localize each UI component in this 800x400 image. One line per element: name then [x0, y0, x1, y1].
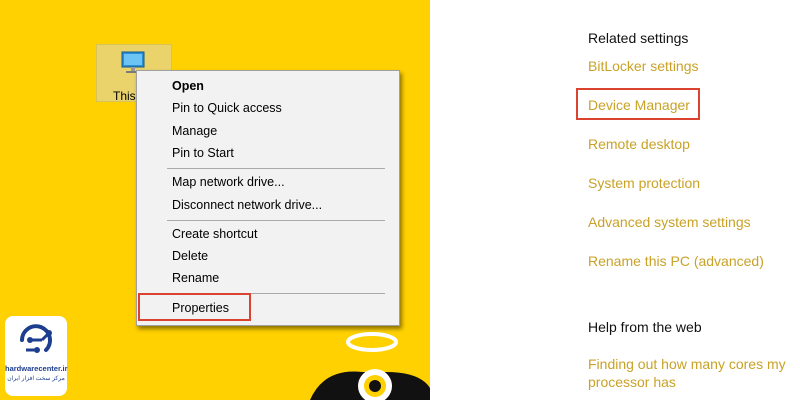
menu-item-manage[interactable]: Manage: [137, 120, 399, 142]
properties-highlight-box: [138, 293, 251, 321]
circuit-logo-icon: [20, 324, 52, 353]
menu-separator: [167, 168, 385, 169]
menu-item-pin-start[interactable]: Pin to Start: [137, 142, 399, 164]
halo-mascot-graphic: [310, 332, 430, 400]
related-settings-panel: Related settings BitLocker settings Devi…: [430, 0, 800, 400]
help-from-web-heading: Help from the web: [588, 319, 702, 335]
link-cores-help-line1: Finding out how many cores my: [588, 356, 786, 372]
menu-item-open[interactable]: Open: [137, 75, 399, 97]
hardwarecenter-logo: hardwarecenter.ir مرکز سخت افزار ایران: [5, 316, 68, 396]
menu-item-map-network-drive[interactable]: Map network drive...: [137, 171, 399, 193]
link-advanced-system-settings[interactable]: Advanced system settings: [588, 213, 751, 231]
link-rename-this-pc[interactable]: Rename this PC (advanced): [588, 252, 764, 270]
logo-text: hardwarecenter.ir: [5, 364, 68, 373]
context-menu: Open Pin to Quick access Manage Pin to S…: [136, 70, 400, 326]
menu-item-create-shortcut[interactable]: Create shortcut: [137, 223, 399, 245]
link-cores-help-line2: processor has: [588, 374, 676, 390]
menu-item-delete[interactable]: Delete: [137, 245, 399, 267]
desktop: This Open Pin to Quick access Manage Pin…: [0, 0, 430, 400]
logo-subtext: مرکز سخت افزار ایران: [7, 376, 65, 382]
link-system-protection[interactable]: System protection: [588, 174, 700, 192]
link-cores-help[interactable]: Finding out how many cores my processor …: [588, 355, 786, 391]
device-manager-highlight-box: [576, 88, 700, 120]
desktop-icon-label: This: [113, 89, 136, 103]
menu-item-disconnect-network-drive[interactable]: Disconnect network drive...: [137, 194, 399, 216]
link-bitlocker-settings[interactable]: BitLocker settings: [588, 57, 699, 75]
related-settings-heading: Related settings: [588, 30, 689, 46]
menu-separator: [167, 220, 385, 221]
menu-item-pin-quick-access[interactable]: Pin to Quick access: [137, 97, 399, 119]
menu-item-rename[interactable]: Rename: [137, 267, 399, 289]
link-remote-desktop[interactable]: Remote desktop: [588, 135, 690, 153]
